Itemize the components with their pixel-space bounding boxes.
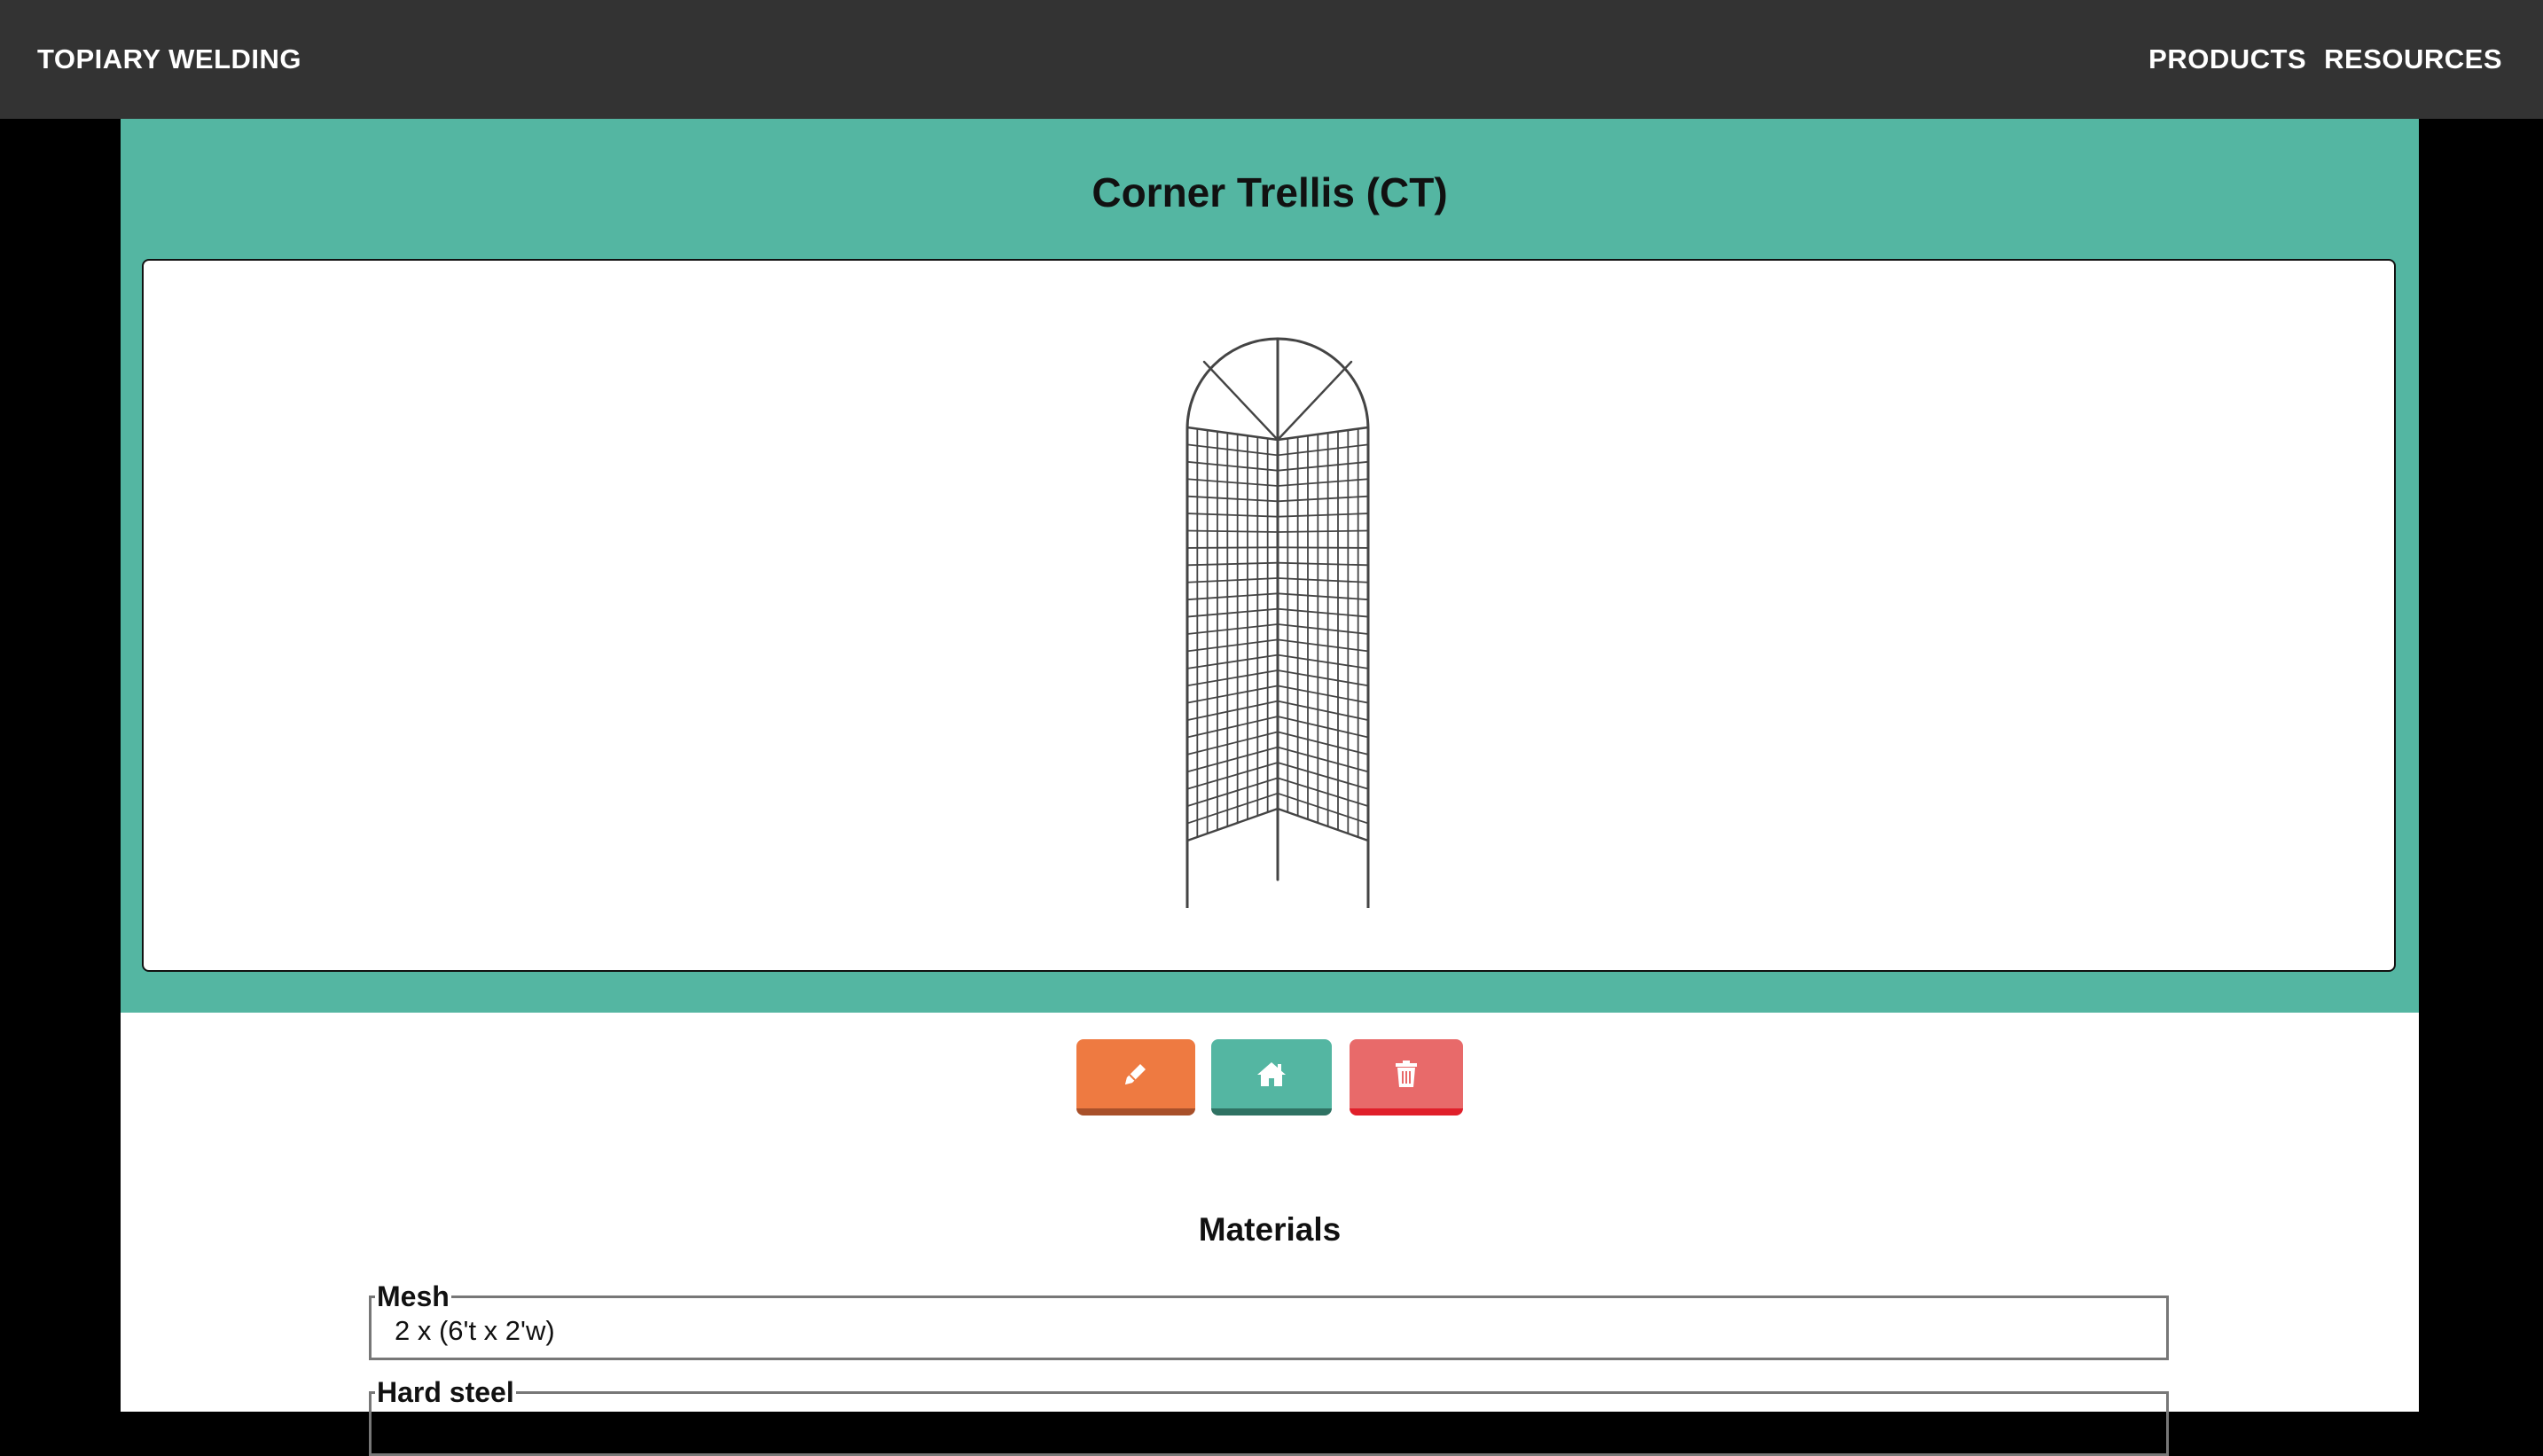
- top-navbar: TOPIARY WELDING PRODUCTS RESOURCES: [0, 0, 2543, 119]
- product-actions: [121, 1039, 2419, 1117]
- product-image-frame: [142, 259, 2396, 972]
- material-value: 2 x (6't x 2'w): [395, 1315, 555, 1346]
- product-detail: Corner Trellis (CT) Materials Mesh 2 x (…: [121, 119, 2419, 1456]
- pencil-icon: [1125, 1064, 1146, 1084]
- product-hero: Corner Trellis (CT): [121, 119, 2419, 1013]
- home-button[interactable]: [1211, 1039, 1332, 1115]
- nav-link-products[interactable]: PRODUCTS: [2148, 43, 2306, 75]
- materials-heading: Materials: [1198, 1211, 1342, 1248]
- material-name: Hard steel: [377, 1376, 514, 1408]
- nav-link-resources[interactable]: RESOURCES: [2324, 43, 2502, 75]
- material-hard-steel: Hard steel: [369, 1376, 2169, 1456]
- product-title: Corner Trellis (CT): [1092, 169, 1448, 215]
- home-icon: [1257, 1062, 1286, 1086]
- trash-icon: [1396, 1061, 1417, 1087]
- delete-button[interactable]: [1350, 1039, 1463, 1115]
- brand-link[interactable]: TOPIARY WELDING: [37, 0, 301, 119]
- material-name: Mesh: [377, 1280, 450, 1312]
- edit-button[interactable]: [1076, 1039, 1195, 1115]
- corner-trellis-drawing: [1185, 337, 1370, 908]
- material-mesh: Mesh 2 x (6't x 2'w): [369, 1280, 2169, 1360]
- main-nav: PRODUCTS RESOURCES: [2148, 0, 2502, 119]
